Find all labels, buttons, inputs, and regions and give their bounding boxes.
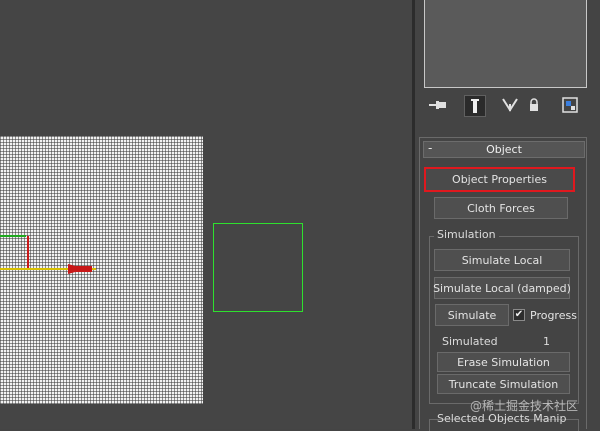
progress-label: Progress [530,309,577,322]
modify-tab-icon[interactable] [464,95,486,117]
viewport[interactable] [0,0,412,429]
funnel-icon[interactable] [500,95,520,115]
configure-sets-icon[interactable] [560,95,580,115]
gizmo-arrow-shaft [70,266,92,272]
erase-simulation-button[interactable]: Erase Simulation [437,352,570,372]
simulate-local-button[interactable]: Simulate Local [434,249,570,271]
simulate-local-damped-button[interactable]: Simulate Local (damped) [433,277,571,299]
simulation-group-label: Simulation [434,228,499,241]
simulated-value: 1 [543,335,550,348]
selected-object-bounds[interactable] [213,223,303,312]
simulated-label: Simulated [442,335,498,348]
modifier-stack-list[interactable] [424,0,587,88]
cloth-forces-button[interactable]: Cloth Forces [434,197,568,219]
lock-icon[interactable] [524,95,544,115]
pin-stack-icon[interactable] [428,95,448,115]
watermark: @稀土掘金技术社区 [470,399,579,413]
simulate-button[interactable]: Simulate [435,304,509,326]
rollout-title[interactable]: Object [423,141,585,158]
transform-gizmo[interactable] [0,230,110,280]
progress-checkbox[interactable]: ✔ [513,309,525,321]
truncate-simulation-button[interactable]: Truncate Simulation [437,374,570,394]
object-properties-button[interactable]: Object Properties [424,167,575,192]
